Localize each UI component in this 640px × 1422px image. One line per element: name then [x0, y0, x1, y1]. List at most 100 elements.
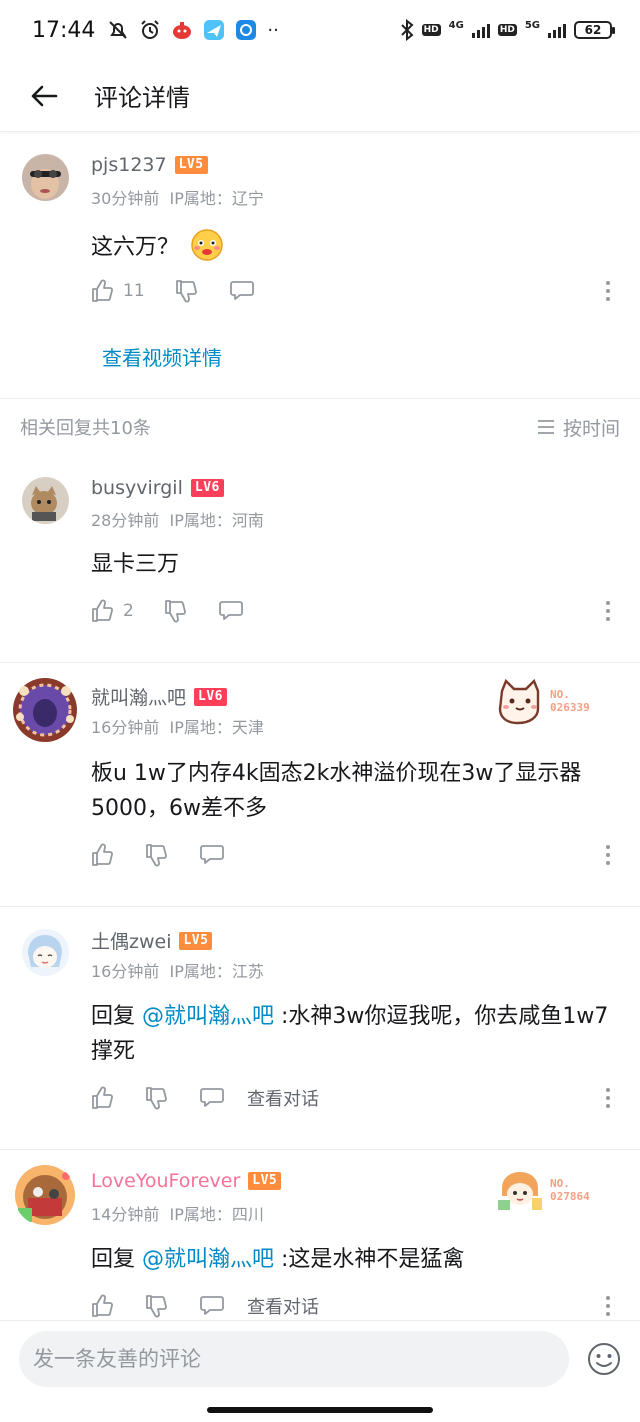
comment-text: 回复 @就叫瀚灬吧 :水神3w你逗我呢，你去咸鱼1w7撑死	[91, 999, 614, 1069]
like-button[interactable]: 2	[91, 599, 134, 623]
emoji-button[interactable]	[586, 1341, 622, 1377]
reply-button[interactable]	[229, 279, 255, 303]
plane-app-icon	[204, 20, 225, 40]
view-conversation-link[interactable]: 查看对话	[247, 1085, 319, 1111]
comment-meta: 16分钟前 IP属地：天津	[91, 714, 264, 738]
avatar[interactable]	[22, 154, 69, 201]
reply-button[interactable]	[199, 1086, 225, 1110]
home-indicator[interactable]	[207, 1407, 433, 1413]
back-button[interactable]	[0, 60, 88, 132]
hd-badge: HD	[421, 24, 441, 36]
thumbs-down-icon	[175, 280, 197, 303]
reply-prefix: 回复	[91, 1004, 142, 1029]
ip-location: IP属地：江苏	[169, 962, 264, 981]
username-row: busyvirgil LV6	[91, 477, 224, 499]
fan-number-value: 027864	[550, 1190, 590, 1203]
browser-app-icon	[236, 20, 257, 40]
more-options-button[interactable]	[606, 1088, 610, 1108]
mention-link[interactable]: @就叫瀚灬吧	[142, 1004, 274, 1029]
reply-item: 土偶zwei LV5 16分钟前 IP属地：江苏 回复 @就叫瀚灬吧 :水神3w…	[0, 907, 640, 1149]
like-button[interactable]	[91, 1086, 115, 1110]
reply-prefix: 回复	[91, 1247, 142, 1272]
like-button[interactable]	[91, 1294, 115, 1318]
comment-text: 板u 1w了内存4k固态2k水神溢价现在3w了显示器5000，6w差不多	[91, 761, 582, 821]
smiley-face-icon	[588, 1343, 620, 1375]
comment-actions: 2	[91, 596, 610, 626]
comment-text: 显卡三万	[91, 552, 180, 577]
username[interactable]: 就叫瀚灬吧	[91, 683, 186, 710]
more-options-button[interactable]	[606, 281, 610, 301]
more-options-button[interactable]	[606, 601, 610, 621]
avatar[interactable]	[22, 477, 69, 524]
signal-icon	[471, 22, 490, 38]
fan-number-badge[interactable]: NO. 027864	[494, 1168, 590, 1212]
comment-time: 28分钟前	[91, 511, 160, 530]
comment-input-bar	[0, 1320, 640, 1422]
dislike-button[interactable]	[145, 1294, 169, 1318]
more-notifications-icon: ··	[267, 19, 279, 41]
network-4g-label: 4G	[448, 19, 464, 31]
comment-actions: 查看对话	[91, 1291, 610, 1321]
sort-label: 按时间	[562, 417, 620, 440]
fan-number-prefix: NO.	[550, 688, 570, 701]
view-conversation-link[interactable]: 查看对话	[247, 1293, 319, 1319]
comment-text-content: :这是水神不是猛禽	[274, 1247, 465, 1272]
comment-actions	[91, 840, 610, 870]
dislike-button[interactable]	[145, 843, 169, 867]
avatar[interactable]	[22, 929, 69, 976]
hd-badge-2: HD	[497, 24, 517, 36]
comment-bubble-icon	[229, 281, 254, 300]
root-comment: pjs1237 LV5 30分钟前 IP属地：辽宁 这六万？ 11 查看视频详情	[0, 134, 640, 398]
comment-bubble-icon	[200, 1296, 224, 1315]
username[interactable]: 土偶zwei	[91, 927, 171, 954]
like-button[interactable]: 11	[91, 279, 145, 303]
comment-text: 这六万？	[91, 228, 614, 265]
status-time: 17:44	[32, 17, 96, 43]
network-5g-label: 5G	[524, 19, 540, 31]
thumbs-down-icon	[146, 844, 167, 867]
fan-card-mascot-icon	[498, 678, 540, 725]
reply-count: 相关回复共10条	[20, 418, 151, 439]
thumbs-up-icon	[92, 1294, 113, 1317]
like-count: 11	[123, 281, 145, 301]
comment-input[interactable]	[19, 1331, 569, 1387]
ip-location: IP属地：天津	[169, 718, 264, 737]
thumbs-up-icon	[92, 1086, 113, 1109]
more-options-button[interactable]	[606, 845, 610, 865]
username[interactable]: busyvirgil	[91, 477, 183, 499]
reply-button[interactable]	[199, 1294, 225, 1318]
username[interactable]: LoveYouForever	[91, 1170, 240, 1192]
reply-item: LoveYouForever LV5 14分钟前 IP属地：四川 NO. 027…	[0, 1150, 640, 1320]
system-icons: HD 4G HD 5G 62	[400, 19, 615, 41]
fan-card-character-icon	[498, 1172, 542, 1210]
battery-icon: 62	[574, 21, 615, 39]
mute-bell-icon	[109, 21, 128, 39]
comment-meta: 16分钟前 IP属地：江苏	[91, 958, 264, 982]
dislike-button[interactable]	[164, 599, 188, 623]
comment-meta: 14分钟前 IP属地：四川	[91, 1201, 264, 1225]
comment-meta: 28分钟前 IP属地：河南	[91, 507, 264, 531]
fan-number-badge[interactable]: NO. 026339	[494, 677, 590, 725]
dislike-button[interactable]	[145, 1086, 169, 1110]
reply-button[interactable]	[218, 599, 244, 623]
comment-bubble-icon	[218, 601, 243, 620]
like-button[interactable]	[91, 843, 115, 867]
dislike-button[interactable]	[175, 279, 199, 303]
view-video-details-link[interactable]: 查看视频详情	[102, 342, 222, 371]
replies-header: 相关回复共10条 按时间	[0, 399, 640, 455]
mention-link[interactable]: @就叫瀚灬吧	[142, 1247, 274, 1272]
thumbs-down-icon	[146, 1295, 167, 1318]
comment-text: 回复 @就叫瀚灬吧 :这是水神不是猛禽	[91, 1242, 614, 1277]
reply-button[interactable]	[199, 843, 225, 867]
ip-location: IP属地：河南	[169, 511, 264, 530]
avatar[interactable]	[12, 677, 78, 743]
more-options-button[interactable]	[606, 1296, 610, 1316]
ip-location: IP属地：四川	[169, 1205, 264, 1224]
username-row: pjs1237 LV5	[91, 154, 208, 176]
status-bar: 17:44 ·· HD 4G HD 5G 62	[0, 0, 640, 60]
notification-icons: ··	[107, 19, 279, 41]
username[interactable]: pjs1237	[91, 154, 167, 176]
thumbs-up-icon	[92, 599, 113, 622]
sort-by-time-button[interactable]: 按时间	[537, 414, 620, 441]
avatar[interactable]	[14, 1164, 76, 1226]
